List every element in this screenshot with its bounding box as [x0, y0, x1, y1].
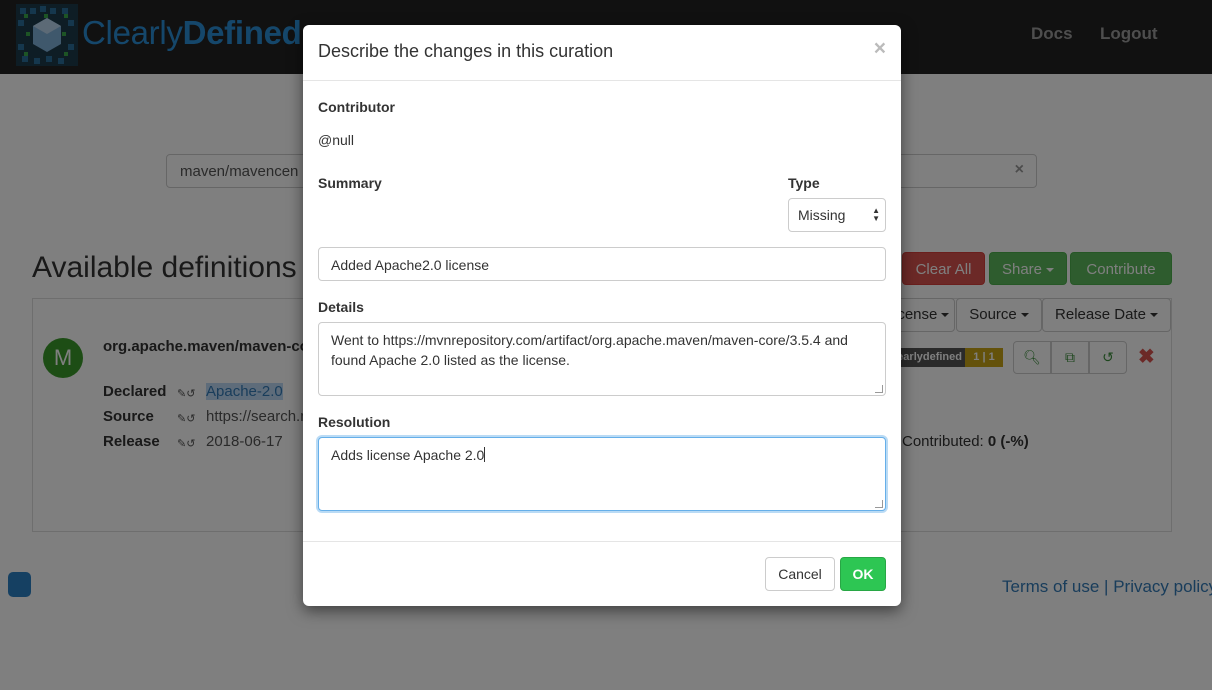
type-select[interactable]: Missing ▲ ▼: [788, 198, 886, 232]
details-label: Details: [318, 299, 364, 315]
details-textarea[interactable]: Went to https://mvnrepository.com/artifa…: [318, 322, 886, 396]
contributor-value: @null: [318, 132, 355, 148]
cancel-button[interactable]: Cancel: [765, 557, 835, 591]
curation-modal: Describe the changes in this curation × …: [303, 25, 901, 606]
modal-header: Describe the changes in this curation ×: [303, 25, 901, 81]
details-text: Went to https://mvnrepository.com/artifa…: [331, 332, 848, 368]
text-cursor: [484, 447, 486, 462]
modal-title: Describe the changes in this curation: [318, 41, 614, 61]
summary-label: Summary: [318, 175, 382, 191]
resize-handle-icon[interactable]: [875, 500, 883, 508]
contributor-label: Contributor: [318, 99, 395, 115]
resize-handle-icon[interactable]: [875, 385, 883, 393]
summary-input[interactable]: Added Apache2.0 license: [318, 247, 886, 281]
ok-button[interactable]: OK: [840, 557, 886, 591]
resolution-text: Adds license Apache 2.0: [331, 447, 485, 463]
type-select-value: Missing: [798, 207, 846, 223]
close-icon[interactable]: ×: [874, 38, 886, 59]
resolution-label: Resolution: [318, 414, 391, 430]
select-arrows-icon: ▲ ▼: [872, 206, 880, 223]
resolution-textarea[interactable]: Adds license Apache 2.0: [318, 437, 886, 511]
type-label: Type: [788, 175, 820, 191]
